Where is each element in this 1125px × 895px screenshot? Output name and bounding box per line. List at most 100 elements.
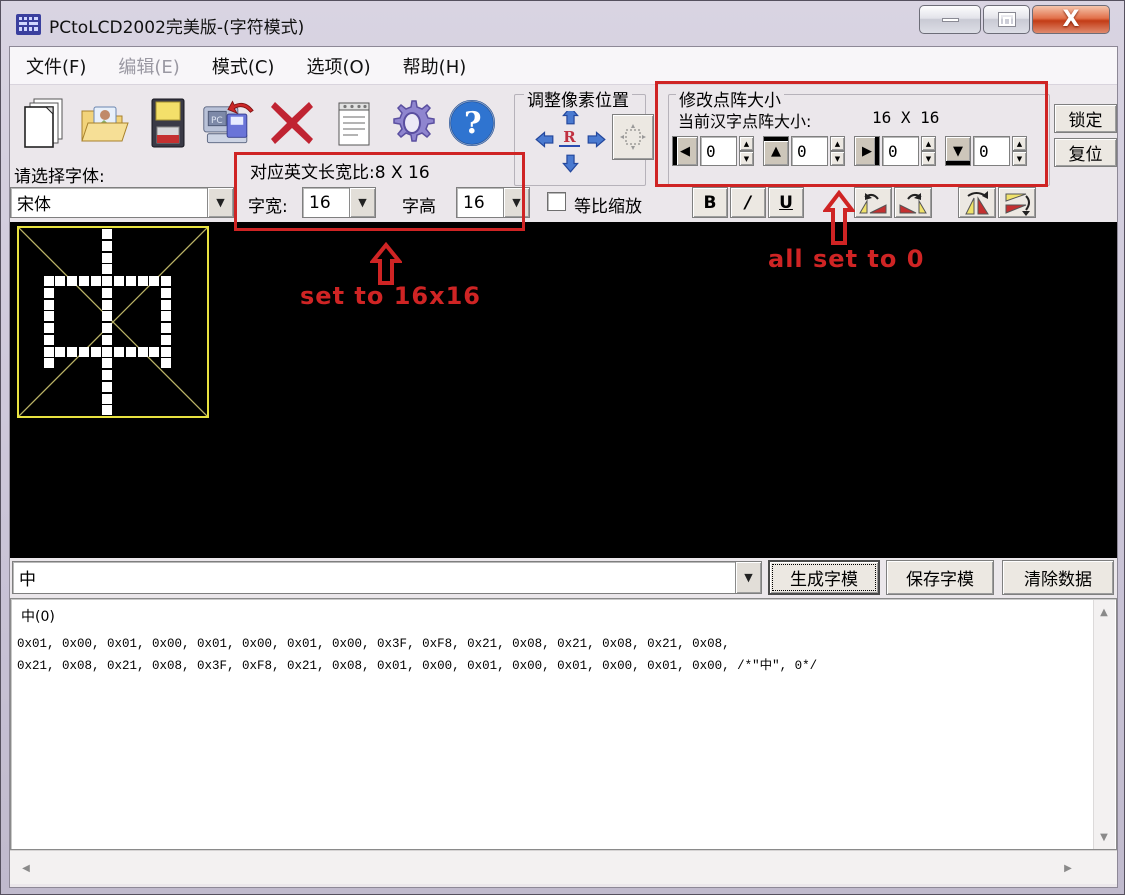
menu-mode[interactable]: 模式(C) — [212, 53, 275, 79]
close-button[interactable]: X — [1032, 5, 1110, 34]
bold-button[interactable]: B — [692, 187, 728, 218]
offset-top-spinner[interactable]: ▲▼ — [830, 136, 845, 166]
char-preview-box[interactable] — [17, 226, 209, 418]
matrix-dot[interactable] — [138, 276, 148, 286]
matrix-dot[interactable] — [67, 276, 77, 286]
settings-button[interactable] — [388, 92, 440, 154]
matrix-dot[interactable] — [161, 276, 171, 286]
char-height-combobox[interactable]: 16 ▼ — [456, 187, 530, 218]
matrix-dot[interactable] — [114, 276, 124, 286]
offset-right-icon-button[interactable]: ▶ — [854, 136, 880, 166]
matrix-dot[interactable] — [102, 347, 112, 357]
matrix-dot[interactable] — [161, 300, 171, 310]
matrix-dot[interactable] — [102, 253, 112, 263]
matrix-dot[interactable] — [102, 241, 112, 251]
matrix-dot[interactable] — [102, 382, 112, 392]
code-list-button[interactable] — [328, 92, 380, 154]
matrix-dot[interactable] — [161, 335, 171, 345]
matrix-dot[interactable] — [79, 276, 89, 286]
matrix-dot[interactable] — [102, 394, 112, 404]
offset-right-input[interactable] — [882, 136, 919, 166]
matrix-dot[interactable] — [114, 347, 124, 357]
horizontal-scrollbar[interactable]: ◀ ▶ — [10, 850, 1117, 884]
scroll-down-icon[interactable]: ▼ — [1094, 827, 1114, 847]
move-left-button[interactable] — [534, 130, 555, 149]
rotate-left-button[interactable] — [854, 187, 892, 218]
menu-help[interactable]: 帮助(H) — [403, 53, 467, 79]
matrix-dot[interactable] — [44, 311, 54, 321]
offset-bottom-spinner[interactable]: ▲▼ — [1012, 136, 1027, 166]
menu-options[interactable]: 选项(O) — [306, 53, 370, 79]
offset-left-input[interactable] — [700, 136, 737, 166]
matrix-dot[interactable] — [44, 276, 54, 286]
matrix-dot[interactable] — [161, 311, 171, 321]
reset-button[interactable]: 复位 — [1054, 138, 1117, 167]
matrix-dot[interactable] — [102, 311, 112, 321]
matrix-dot[interactable] — [44, 288, 54, 298]
matrix-dot[interactable] — [161, 323, 171, 333]
matrix-dot[interactable] — [55, 347, 65, 357]
minimize-button[interactable] — [919, 5, 981, 34]
matrix-dot[interactable] — [102, 264, 112, 274]
matrix-dot[interactable] — [161, 358, 171, 368]
matrix-dot[interactable] — [102, 300, 112, 310]
matrix-dot[interactable] — [161, 347, 171, 357]
matrix-dot[interactable] — [102, 229, 112, 239]
matrix-dot[interactable] — [55, 276, 65, 286]
center-glyph-button[interactable] — [612, 114, 654, 160]
italic-button[interactable]: / — [730, 187, 766, 218]
dot-matrix-canvas[interactable] — [10, 222, 1117, 558]
font-combobox-arrow-icon[interactable]: ▼ — [207, 188, 233, 217]
matrix-dot[interactable] — [102, 370, 112, 380]
matrix-dot[interactable] — [102, 358, 112, 368]
menu-file[interactable]: 文件(F) — [26, 53, 86, 79]
flip-vertical-button[interactable] — [998, 187, 1036, 218]
offset-top-icon-button[interactable]: ▲ — [763, 136, 789, 166]
matrix-dot[interactable] — [91, 276, 101, 286]
lock-button[interactable]: 锁定 — [1054, 104, 1117, 133]
rotate-right-button[interactable] — [894, 187, 932, 218]
matrix-dot[interactable] — [44, 335, 54, 345]
save-module-button[interactable]: 保存字模 — [886, 560, 994, 595]
matrix-dot[interactable] — [126, 347, 136, 357]
matrix-dot[interactable] — [102, 323, 112, 333]
help-button[interactable]: ? — [446, 92, 498, 154]
proportional-scale-checkbox[interactable] — [547, 192, 566, 211]
offset-left-icon-button[interactable]: ◀ — [672, 136, 698, 166]
save-button[interactable] — [142, 92, 194, 154]
offset-top-input[interactable] — [791, 136, 828, 166]
underline-button[interactable]: U — [768, 187, 804, 218]
title-bar[interactable]: PCtoLCD2002完美版-(字符模式) X — [1, 1, 1124, 46]
offset-bottom-icon-button[interactable]: ▼ — [945, 136, 971, 166]
generate-button[interactable]: 生成字模 — [768, 560, 880, 595]
flip-horizontal-button[interactable] — [958, 187, 996, 218]
export-module-button[interactable]: PC — [202, 92, 254, 154]
char-combobox[interactable]: 中 ▼ — [12, 561, 762, 594]
offset-bottom-input[interactable] — [973, 136, 1010, 166]
matrix-dot[interactable] — [138, 347, 148, 357]
matrix-dot[interactable] — [44, 300, 54, 310]
matrix-dot[interactable] — [102, 405, 112, 415]
move-right-button[interactable] — [586, 130, 607, 149]
char-width-combobox[interactable]: 16 ▼ — [302, 187, 376, 218]
matrix-dot[interactable] — [161, 288, 171, 298]
open-file-button[interactable] — [78, 92, 130, 154]
matrix-dot[interactable] — [79, 347, 89, 357]
char-width-arrow-icon[interactable]: ▼ — [349, 188, 375, 217]
delete-button[interactable] — [266, 92, 318, 154]
vertical-scrollbar[interactable]: ▲ ▼ — [1093, 600, 1115, 849]
matrix-dot[interactable] — [149, 347, 159, 357]
matrix-dot[interactable] — [67, 347, 77, 357]
font-combobox[interactable]: 宋体 ▼ — [10, 187, 234, 218]
matrix-dot[interactable] — [102, 276, 112, 286]
matrix-dot[interactable] — [126, 276, 136, 286]
matrix-dot[interactable] — [44, 323, 54, 333]
maximize-button[interactable] — [983, 5, 1030, 34]
matrix-dot[interactable] — [149, 276, 159, 286]
offset-left-spinner[interactable]: ▲▼ — [739, 136, 754, 166]
offset-right-spinner[interactable]: ▲▼ — [921, 136, 936, 166]
scroll-right-icon[interactable]: ▶ — [1058, 858, 1078, 878]
move-down-button[interactable] — [560, 154, 581, 173]
scroll-up-icon[interactable]: ▲ — [1094, 602, 1114, 622]
clear-data-button[interactable]: 清除数据 — [1002, 560, 1114, 595]
